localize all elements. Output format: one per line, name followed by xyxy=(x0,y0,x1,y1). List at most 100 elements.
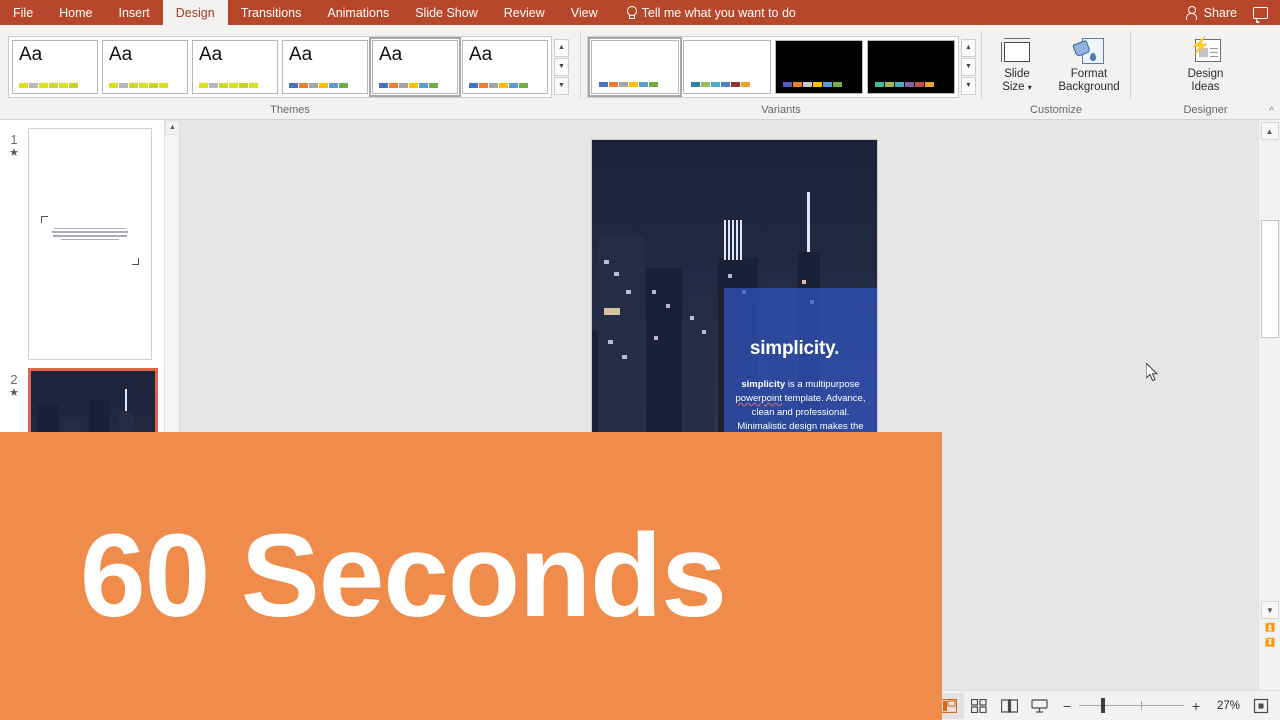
variants-scroll-down-button[interactable]: ▼ xyxy=(961,58,976,76)
variants-more-glyph: ▼ xyxy=(965,82,972,89)
theme-item-6-label: Aa xyxy=(469,45,542,64)
collapse-ribbon-button[interactable]: ^ xyxy=(1269,106,1274,117)
variant-item-1-swatches xyxy=(599,82,658,87)
previous-slide-button[interactable]: ⏫ xyxy=(1263,620,1277,634)
lightbulb-icon xyxy=(625,6,637,20)
next-slide-button[interactable]: ⏬ xyxy=(1263,635,1277,649)
tab-animations[interactable]: Animations xyxy=(314,0,402,25)
theme-item-2-label: Aa xyxy=(109,45,182,64)
theme-item-6-swatches xyxy=(469,83,542,88)
slide-size-button[interactable]: Slide Size ▾ xyxy=(986,31,1048,103)
theme-item-6[interactable]: Aa xyxy=(462,40,548,94)
ribbon-design: Aa Aa Aa xyxy=(0,25,1280,120)
customize-group-label: Customize xyxy=(982,103,1130,119)
themes-scroll-up-button[interactable]: ▲ xyxy=(554,39,569,57)
variant-item-4[interactable] xyxy=(867,40,955,94)
variant-item-2[interactable] xyxy=(683,40,771,94)
group-variants: ▲ ▼ ▼ Variants xyxy=(581,25,981,119)
theme-item-1[interactable]: Aa xyxy=(12,40,98,94)
variants-gallery[interactable] xyxy=(587,36,959,98)
tab-slide-show[interactable]: Slide Show xyxy=(402,0,491,25)
thumbnail-scroll-up-button[interactable]: ▲ xyxy=(165,120,180,135)
reading-view-button[interactable] xyxy=(994,693,1024,719)
slide-body-line2-rest: template. xyxy=(782,393,824,404)
tab-bar-right-actions: Share xyxy=(1175,0,1280,25)
scrollbar-thumb[interactable] xyxy=(1261,220,1279,338)
mouse-cursor xyxy=(1146,363,1160,383)
theme-item-2-swatches xyxy=(109,83,182,88)
variant-item-1[interactable] xyxy=(591,40,679,94)
variants-scroll-up-button[interactable]: ▲ xyxy=(961,39,976,57)
design-ideas-label-line1: Design xyxy=(1188,68,1224,81)
slide-sorter-view-button[interactable] xyxy=(964,693,994,719)
zoom-out-button[interactable]: − xyxy=(1062,698,1072,714)
group-themes: Aa Aa Aa xyxy=(0,25,580,119)
tab-file[interactable]: File xyxy=(0,0,46,25)
themes-scroll-down-button[interactable]: ▼ xyxy=(554,58,569,76)
slide-show-view-button[interactable] xyxy=(1024,693,1054,719)
tab-insert[interactable]: Insert xyxy=(106,0,163,25)
design-ideas-icon: ⚡ xyxy=(1190,34,1222,68)
thumbnail-2-number: 2 xyxy=(0,373,28,387)
format-background-button[interactable]: Format Background xyxy=(1052,31,1126,103)
tab-review-label: Review xyxy=(504,6,545,20)
tab-design[interactable]: Design xyxy=(163,0,228,25)
themes-gallery-row: Aa Aa Aa xyxy=(0,25,580,103)
variants-scroll-down-glyph: ▼ xyxy=(965,63,972,70)
format-background-label-line1: Format xyxy=(1071,68,1107,81)
slide-size-label-line1: Slide xyxy=(1004,68,1030,81)
thumbnail-1-text-block xyxy=(49,226,132,263)
themes-gallery-scroll: ▲ ▼ ▼ xyxy=(554,39,569,95)
design-ideas-button[interactable]: ⚡ Design Ideas xyxy=(1175,31,1237,103)
theme-item-2[interactable]: Aa xyxy=(102,40,188,94)
themes-scroll-down-glyph: ▼ xyxy=(558,63,565,70)
slide-thumbnail-1[interactable] xyxy=(28,128,152,360)
variants-more-button[interactable]: ▼ xyxy=(961,77,976,95)
themes-scroll-up-glyph: ▲ xyxy=(558,44,565,51)
placeholder-corner-tl xyxy=(41,216,48,223)
themes-more-button[interactable]: ▼ xyxy=(554,77,569,95)
person-add-icon xyxy=(1185,6,1199,20)
scroll-down-button[interactable]: ▼ xyxy=(1261,601,1279,619)
theme-item-4[interactable]: Aa xyxy=(282,40,368,94)
variant-item-2-swatches xyxy=(691,82,750,87)
fit-slide-to-window-button[interactable] xyxy=(1248,693,1274,719)
zoom-control: − + 27% xyxy=(1054,698,1248,714)
ribbon-tab-bar: File Home Insert Design Transitions Anim… xyxy=(0,0,1280,25)
tab-transitions[interactable]: Transitions xyxy=(228,0,315,25)
theme-item-3-label: Aa xyxy=(199,45,272,64)
theme-item-4-label: Aa xyxy=(289,45,362,64)
themes-group-label: Themes xyxy=(0,103,580,119)
slide-size-icon xyxy=(1001,34,1033,68)
animation-star-icon: ★ xyxy=(0,147,28,159)
zoom-slider[interactable] xyxy=(1079,705,1184,707)
animation-star-icon: ★ xyxy=(0,387,28,399)
comments-icon[interactable] xyxy=(1253,7,1268,19)
slide-pane-scrollbar[interactable]: ▲ ▼ ⏫ ⏬ xyxy=(1258,120,1280,690)
group-designer: ⚡ Design Ideas Designer xyxy=(1131,25,1280,119)
theme-item-3[interactable]: Aa xyxy=(192,40,278,94)
variant-item-3[interactable] xyxy=(775,40,863,94)
tab-review[interactable]: Review xyxy=(491,0,558,25)
thumbnail-row-1: 1 ★ xyxy=(0,128,152,360)
collapse-ribbon-glyph: ^ xyxy=(1269,106,1274,117)
zoom-slider-tick xyxy=(1141,701,1142,710)
tab-home[interactable]: Home xyxy=(46,0,105,25)
theme-item-1-label: Aa xyxy=(19,45,92,64)
tab-design-label: Design xyxy=(176,6,215,20)
theme-item-5[interactable]: Aa xyxy=(372,40,458,94)
tab-view[interactable]: View xyxy=(558,0,611,25)
slide-sorter-icon xyxy=(971,699,987,713)
powerpoint-window: File Home Insert Design Transitions Anim… xyxy=(0,0,1280,720)
overlay-text: 60 Seconds xyxy=(0,517,726,635)
tower-antennas xyxy=(724,220,752,260)
zoom-in-button[interactable]: + xyxy=(1191,698,1201,714)
scroll-up-button[interactable]: ▲ xyxy=(1261,122,1279,140)
tell-me-label: Tell me what you want to do xyxy=(642,6,796,20)
share-button[interactable]: Share xyxy=(1175,0,1247,25)
tab-transitions-label: Transitions xyxy=(241,6,302,20)
themes-gallery[interactable]: Aa Aa Aa xyxy=(8,36,552,98)
zoom-percentage[interactable]: 27% xyxy=(1208,700,1240,712)
tell-me-search[interactable]: Tell me what you want to do xyxy=(611,0,796,25)
zoom-slider-thumb[interactable] xyxy=(1101,698,1105,713)
